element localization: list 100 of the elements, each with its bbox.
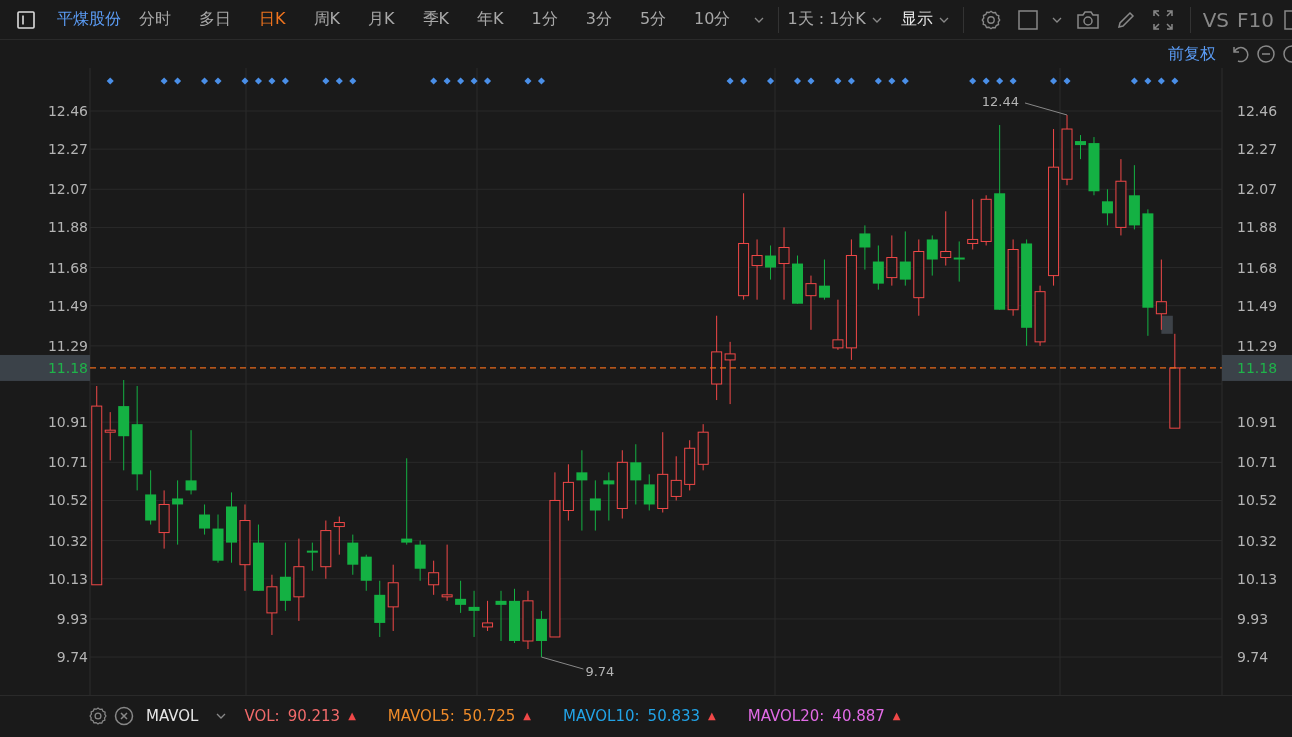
event-marker-icon[interactable] <box>322 77 330 85</box>
caret-icon[interactable] <box>1051 16 1062 23</box>
price-axis-label: 10.91 <box>1237 414 1278 431</box>
period-tab[interactable]: 3分 <box>575 9 622 30</box>
event-marker-icon[interactable] <box>160 77 168 85</box>
caret-icon[interactable] <box>216 712 227 719</box>
price-axis-label: 9.74 <box>56 649 88 666</box>
price-axis-label: 12.27 <box>1237 141 1278 158</box>
price-axis-label: 11.68 <box>47 259 88 276</box>
period-tab[interactable]: 分时 <box>129 9 181 30</box>
event-marker-icon[interactable] <box>335 77 343 85</box>
event-marker-icon[interactable] <box>1063 77 1071 85</box>
trend-arrow: ▲ <box>523 710 532 721</box>
event-marker-icon[interactable] <box>537 77 545 85</box>
price-axis-label: 11.49 <box>1237 297 1278 314</box>
price-axis-label: 11.88 <box>47 219 88 236</box>
event-marker-icon[interactable] <box>807 77 815 85</box>
indicator-dropdown[interactable]: MAVOL <box>146 706 199 725</box>
indicator-value: 40.887 <box>832 706 885 725</box>
period-tab[interactable]: 周K <box>303 9 350 30</box>
event-marker-icon[interactable] <box>201 77 209 85</box>
event-marker-icon[interactable] <box>524 77 532 85</box>
event-marker-icon[interactable] <box>281 77 289 85</box>
period-tab[interactable]: 5分 <box>629 9 677 30</box>
event-marker-icon[interactable] <box>982 77 990 85</box>
zoom-out-icon[interactable] <box>1256 44 1276 64</box>
price-axis-label: 10.52 <box>1237 492 1278 509</box>
event-marker-icon[interactable] <box>740 77 748 85</box>
event-marker-icon[interactable] <box>834 77 842 85</box>
current-price-label: 11.18 <box>47 359 88 376</box>
extreme-price-label: 9.74 <box>585 664 615 680</box>
event-marker-icon[interactable] <box>847 77 855 85</box>
price-axis-label: 11.88 <box>1237 219 1278 236</box>
display-menu[interactable]: 显示 <box>900 9 933 30</box>
event-marker-icon[interactable] <box>1130 77 1138 85</box>
event-marker-icon[interactable] <box>888 77 896 85</box>
toolbar-button[interactable]: VS <box>1202 7 1230 32</box>
camera-icon[interactable] <box>1075 9 1100 30</box>
event-marker-icon[interactable] <box>874 77 882 85</box>
event-marker-icon[interactable] <box>457 77 465 85</box>
event-marker-icon[interactable] <box>443 77 451 85</box>
caret-icon[interactable] <box>871 16 882 23</box>
event-marker-icon[interactable] <box>349 77 357 85</box>
event-marker-icon[interactable] <box>268 77 276 85</box>
settings-icon[interactable] <box>88 705 108 726</box>
adjust-mode-button[interactable]: 前复权 <box>1168 43 1216 65</box>
price-axis-label: 10.71 <box>47 454 88 471</box>
event-marker-icon[interactable] <box>470 77 478 85</box>
close-icon[interactable] <box>114 705 134 726</box>
period-tab[interactable]: 10分 <box>684 9 741 30</box>
event-marker-icon[interactable] <box>241 77 249 85</box>
price-axis-label: 10.52 <box>47 492 88 509</box>
toolbar-button[interactable]: F10 <box>1237 7 1274 32</box>
event-marker-icon[interactable] <box>901 77 909 85</box>
period-tab[interactable]: 季K <box>412 9 459 30</box>
period-tab[interactable]: 月K <box>358 9 405 30</box>
sidebar-toggle-icon[interactable] <box>17 10 35 29</box>
event-marker-icon[interactable] <box>1009 77 1017 85</box>
period-dropdown[interactable]: 1天 : 1分K <box>787 9 866 30</box>
price-axis-label: 11.29 <box>1237 337 1278 354</box>
period-tab[interactable]: 年K <box>467 9 514 30</box>
event-marker-icon[interactable] <box>767 77 775 85</box>
price-badge <box>1222 354 1292 381</box>
stock-name[interactable]: 平煤股份 <box>57 9 121 30</box>
event-marker-icon[interactable] <box>174 77 182 85</box>
price-axis-label: 11.49 <box>47 297 88 314</box>
price-axis-label: 10.91 <box>47 414 88 431</box>
square-icon[interactable] <box>1017 9 1038 30</box>
period-tab[interactable]: 日K <box>249 9 296 30</box>
trend-arrow: ▲ <box>708 710 716 721</box>
indicator-label: VOL: <box>244 706 280 725</box>
period-tab[interactable]: 1分 <box>521 9 568 30</box>
event-marker-icon[interactable] <box>996 77 1004 85</box>
event-marker-icon[interactable] <box>430 77 438 85</box>
indicator-label: MAVOL20: <box>747 706 825 725</box>
undo-icon[interactable] <box>1230 44 1250 64</box>
trend-arrow: ▲ <box>348 710 356 721</box>
event-marker-icon[interactable] <box>254 77 262 85</box>
fullscreen-icon[interactable] <box>1151 8 1174 31</box>
event-marker-icon[interactable] <box>726 77 734 85</box>
caret-icon[interactable] <box>754 16 765 23</box>
event-marker-icon[interactable] <box>214 77 222 85</box>
price-axis-label: 11.68 <box>1237 259 1278 276</box>
event-marker-icon[interactable] <box>969 77 977 85</box>
event-marker-icon[interactable] <box>484 77 492 85</box>
period-tab[interactable]: 多日 <box>189 9 241 30</box>
trend-arrow: ▲ <box>892 710 901 721</box>
event-marker-icon[interactable] <box>793 77 802 85</box>
caret-icon[interactable] <box>938 16 949 23</box>
cursor-highlight <box>1161 315 1173 334</box>
event-marker-icon[interactable] <box>1171 77 1179 85</box>
price-axis-label: 11.29 <box>47 337 88 354</box>
indicator-value: 90.213 <box>287 706 341 725</box>
event-marker-icon[interactable] <box>1157 77 1165 85</box>
event-marker-icon[interactable] <box>106 77 114 85</box>
settings-icon[interactable] <box>979 8 1002 31</box>
pencil-icon[interactable] <box>1115 9 1136 30</box>
event-marker-icon[interactable] <box>1144 77 1152 85</box>
extreme-price-label: 12.44 <box>981 94 1019 109</box>
event-marker-icon[interactable] <box>1050 77 1058 85</box>
